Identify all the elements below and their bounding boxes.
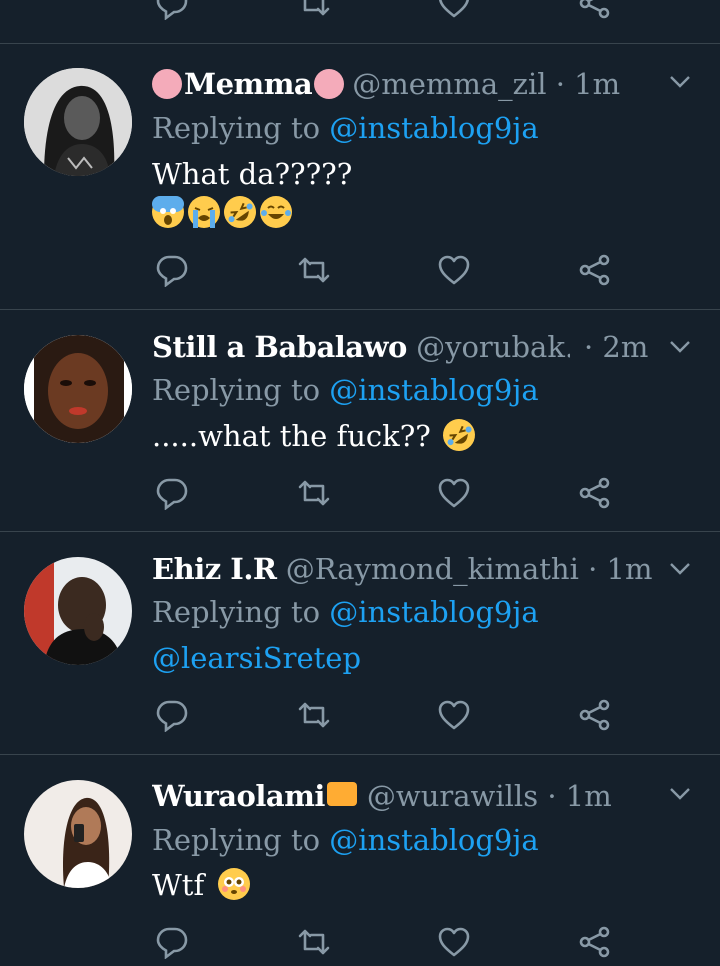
tweet-header: Ehiz I.R @Raymond_kimathi · 1m: [152, 549, 680, 589]
replying-to: Replying to @instablog9ja: [152, 820, 539, 860]
tweet[interactable]: Ehiz I.R @Raymond_kimathi · 1m Replying …: [0, 533, 720, 755]
like-icon[interactable]: [437, 253, 471, 287]
reply-icon[interactable]: [155, 925, 189, 959]
reply-icon[interactable]: [155, 253, 189, 287]
mention-link[interactable]: @instablog9ja: [329, 373, 538, 407]
replying-prefix: Replying to: [152, 111, 321, 145]
tweet-header: Wuraolami @wurawills · 1m: [152, 776, 680, 816]
flower-emoji: [152, 69, 182, 99]
retweet-icon[interactable]: [297, 925, 331, 959]
share-icon[interactable]: [578, 253, 612, 287]
share-icon[interactable]: [578, 476, 612, 510]
rolling-on-floor-laughing-emoji: [436, 412, 482, 458]
reply-icon[interactable]: [155, 698, 189, 732]
mention-link[interactable]: @instablog9ja: [329, 595, 538, 629]
share-icon[interactable]: [578, 925, 612, 959]
share-icon[interactable]: [578, 698, 612, 732]
avatar[interactable]: [24, 335, 132, 443]
flower-emoji: [314, 69, 345, 99]
tweet-actions: [0, 695, 720, 735]
handle[interactable]: @wurawills: [367, 779, 538, 813]
retweet-icon[interactable]: [297, 698, 331, 732]
share-icon[interactable]: [578, 0, 612, 20]
display-name[interactable]: Still a Babalawo: [152, 330, 407, 364]
crown-emoji: [326, 782, 357, 806]
timestamp[interactable]: · 2m: [584, 327, 648, 367]
loudly-crying-face-emoji: [188, 196, 220, 228]
reply-icon[interactable]: [155, 0, 189, 20]
tweet-actions: [0, 922, 720, 962]
chevron-down-icon[interactable]: [668, 335, 692, 359]
avatar[interactable]: [24, 557, 132, 665]
like-icon[interactable]: [437, 925, 471, 959]
avatar[interactable]: [24, 780, 132, 888]
display-name[interactable]: Memma: [184, 67, 313, 101]
tweet-actions: [0, 473, 720, 513]
tweet-text: .....what the fuck??: [152, 419, 431, 453]
emoji-row: [152, 189, 292, 236]
tweet-text: What da?????: [152, 157, 353, 191]
flushed-face-emoji: [218, 868, 251, 900]
mention-link[interactable]: @instablog9ja: [329, 823, 538, 857]
tweet-text: Wtf: [152, 868, 205, 902]
replying-to: Replying to @instablog9ja: [152, 592, 539, 632]
replying-to: Replying to @instablog9ja: [152, 108, 539, 148]
tweet-header: Still a Babalawo @yorubak...: [152, 327, 570, 367]
tweet-actions: [0, 250, 720, 290]
chevron-down-icon[interactable]: [668, 70, 692, 94]
reply-icon[interactable]: [155, 476, 189, 510]
replying-prefix: Replying to: [152, 595, 321, 629]
tweet-text-row: Wtf: [152, 865, 251, 905]
like-icon[interactable]: [437, 476, 471, 510]
handle[interactable]: @yorubak...: [416, 330, 570, 364]
display-name[interactable]: Ehiz I.R: [152, 552, 277, 586]
handle[interactable]: @Raymond_kimathi: [286, 552, 579, 586]
previous-tweet-actions: [0, 0, 720, 44]
screaming-face-emoji: [152, 196, 184, 228]
like-icon[interactable]: [437, 0, 471, 20]
handle[interactable]: @memma_zil: [352, 67, 546, 101]
retweet-icon[interactable]: [297, 0, 331, 20]
tweet[interactable]: Memma @memma_zil · 1m Replying to @instab…: [0, 44, 720, 310]
mention-link[interactable]: @instablog9ja: [329, 111, 538, 145]
timestamp[interactable]: · 1m: [547, 779, 611, 813]
replying-to: Replying to @instablog9ja: [152, 370, 539, 410]
retweet-icon[interactable]: [297, 253, 331, 287]
replying-prefix: Replying to: [152, 373, 321, 407]
display-name[interactable]: Wuraolami: [152, 779, 325, 813]
like-icon[interactable]: [437, 698, 471, 732]
tweet-header: Memma @memma_zil · 1m: [152, 64, 680, 104]
tweet-text-mention[interactable]: @learsiSretep: [152, 638, 361, 678]
retweet-icon[interactable]: [297, 476, 331, 510]
timestamp[interactable]: · 1m: [556, 67, 620, 101]
avatar[interactable]: [24, 68, 132, 176]
chevron-down-icon[interactable]: [668, 782, 692, 806]
chevron-down-icon[interactable]: [668, 557, 692, 581]
tears-of-joy-emoji: [260, 196, 292, 228]
tweet[interactable]: Still a Babalawo @yorubak... · 2m Replyi…: [0, 311, 720, 532]
timestamp[interactable]: · 1m: [588, 552, 652, 586]
tweet[interactable]: Wuraolami @wurawills · 1m Replying to @in…: [0, 756, 720, 966]
tweet-text-row: .....what the fuck??: [152, 412, 482, 458]
rolling-on-floor-laughing-emoji: [217, 189, 263, 235]
replying-prefix: Replying to: [152, 823, 321, 857]
